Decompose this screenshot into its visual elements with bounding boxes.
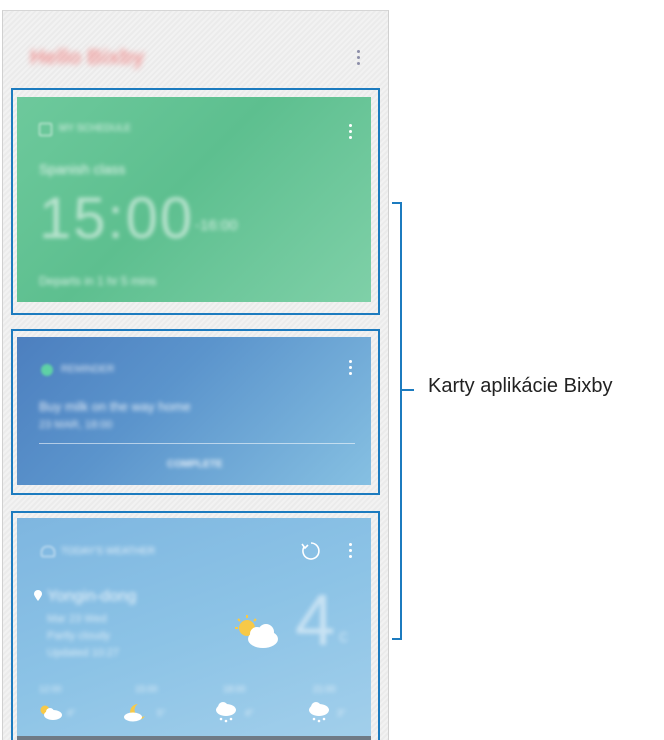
more-options-icon[interactable] <box>354 48 364 68</box>
callout-label: Karty aplikácie Bixby <box>428 375 613 397</box>
weather-card-highlight <box>11 511 380 740</box>
calendar-card-highlight <box>11 88 380 315</box>
phone-screen: Hello Bixby MY SCHEDULE Spanish class 15… <box>0 0 390 740</box>
reminder-card-highlight <box>11 329 380 495</box>
header-title: Hello Bixby <box>30 46 145 69</box>
callout-leader-line <box>402 389 414 391</box>
cards-bracket <box>392 202 402 640</box>
navigation-bar <box>17 736 371 740</box>
